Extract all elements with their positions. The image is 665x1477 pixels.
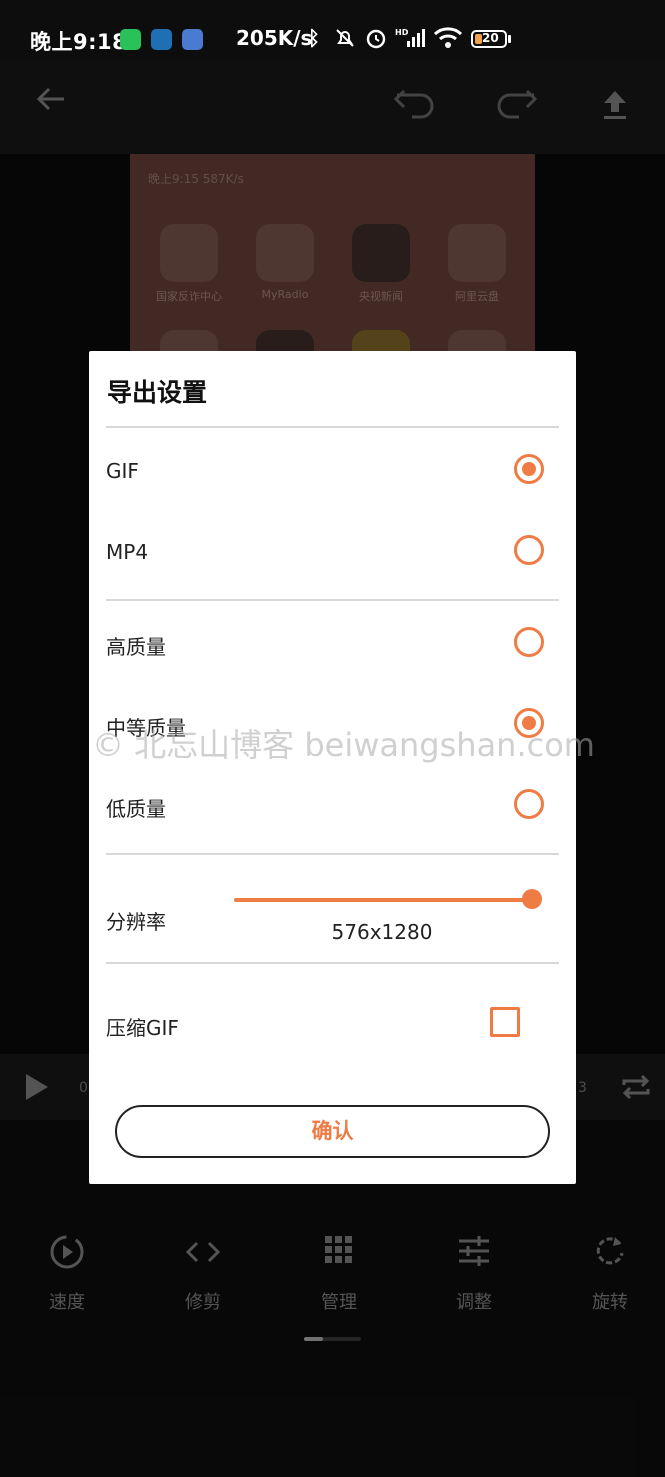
settings-notification-icon bbox=[182, 29, 203, 50]
low-quality-radio[interactable] bbox=[514, 789, 544, 819]
bluetooth-icon: ᛒ bbox=[308, 26, 320, 50]
resolution-slider-thumb[interactable] bbox=[522, 889, 542, 909]
watermark: © 北忘山博客 beiwangshan.com bbox=[92, 726, 595, 764]
mute-bell-icon bbox=[333, 26, 357, 55]
compress-gif-label: 压缩GIF bbox=[106, 1016, 179, 1040]
divider bbox=[106, 426, 559, 428]
quality-option-low[interactable]: 低质量 bbox=[106, 793, 166, 822]
wechat-icon bbox=[120, 29, 141, 50]
divider bbox=[106, 853, 559, 855]
svg-text:HD: HD bbox=[395, 28, 409, 37]
resolution-slider-track[interactable] bbox=[234, 898, 531, 902]
status-bar: 晚上9:18 205K/s ᛒ HD 20 bbox=[0, 0, 665, 60]
divider bbox=[106, 599, 559, 601]
net-speed: 205K/s bbox=[236, 26, 313, 50]
alarm-icon bbox=[364, 26, 388, 55]
resolution-label: 分辨率 bbox=[106, 910, 166, 934]
mp4-radio[interactable] bbox=[514, 535, 544, 565]
format-option-gif[interactable]: GIF bbox=[106, 459, 139, 483]
signal-icon: HD bbox=[395, 26, 427, 55]
battery-icon: 20 bbox=[471, 30, 507, 48]
wifi-icon bbox=[433, 26, 463, 55]
confirm-button[interactable]: 确认 bbox=[115, 1105, 550, 1158]
divider bbox=[106, 962, 559, 964]
battery-level: 20 bbox=[482, 31, 499, 45]
status-time: 晚上9:18 bbox=[30, 30, 128, 54]
export-settings-dialog: 导出设置 GIF MP4 高质量 中等质量 低质量 分辨率 576x1280 压… bbox=[89, 351, 576, 1184]
format-option-mp4[interactable]: MP4 bbox=[106, 540, 148, 564]
dialog-title: 导出设置 bbox=[107, 378, 208, 407]
compress-gif-checkbox[interactable] bbox=[490, 1007, 520, 1037]
resolution-value: 576x1280 bbox=[331, 920, 433, 944]
app-notification-icon bbox=[151, 29, 172, 50]
high-quality-radio[interactable] bbox=[514, 627, 544, 657]
gif-radio[interactable] bbox=[514, 454, 544, 484]
quality-option-high[interactable]: 高质量 bbox=[106, 631, 166, 660]
